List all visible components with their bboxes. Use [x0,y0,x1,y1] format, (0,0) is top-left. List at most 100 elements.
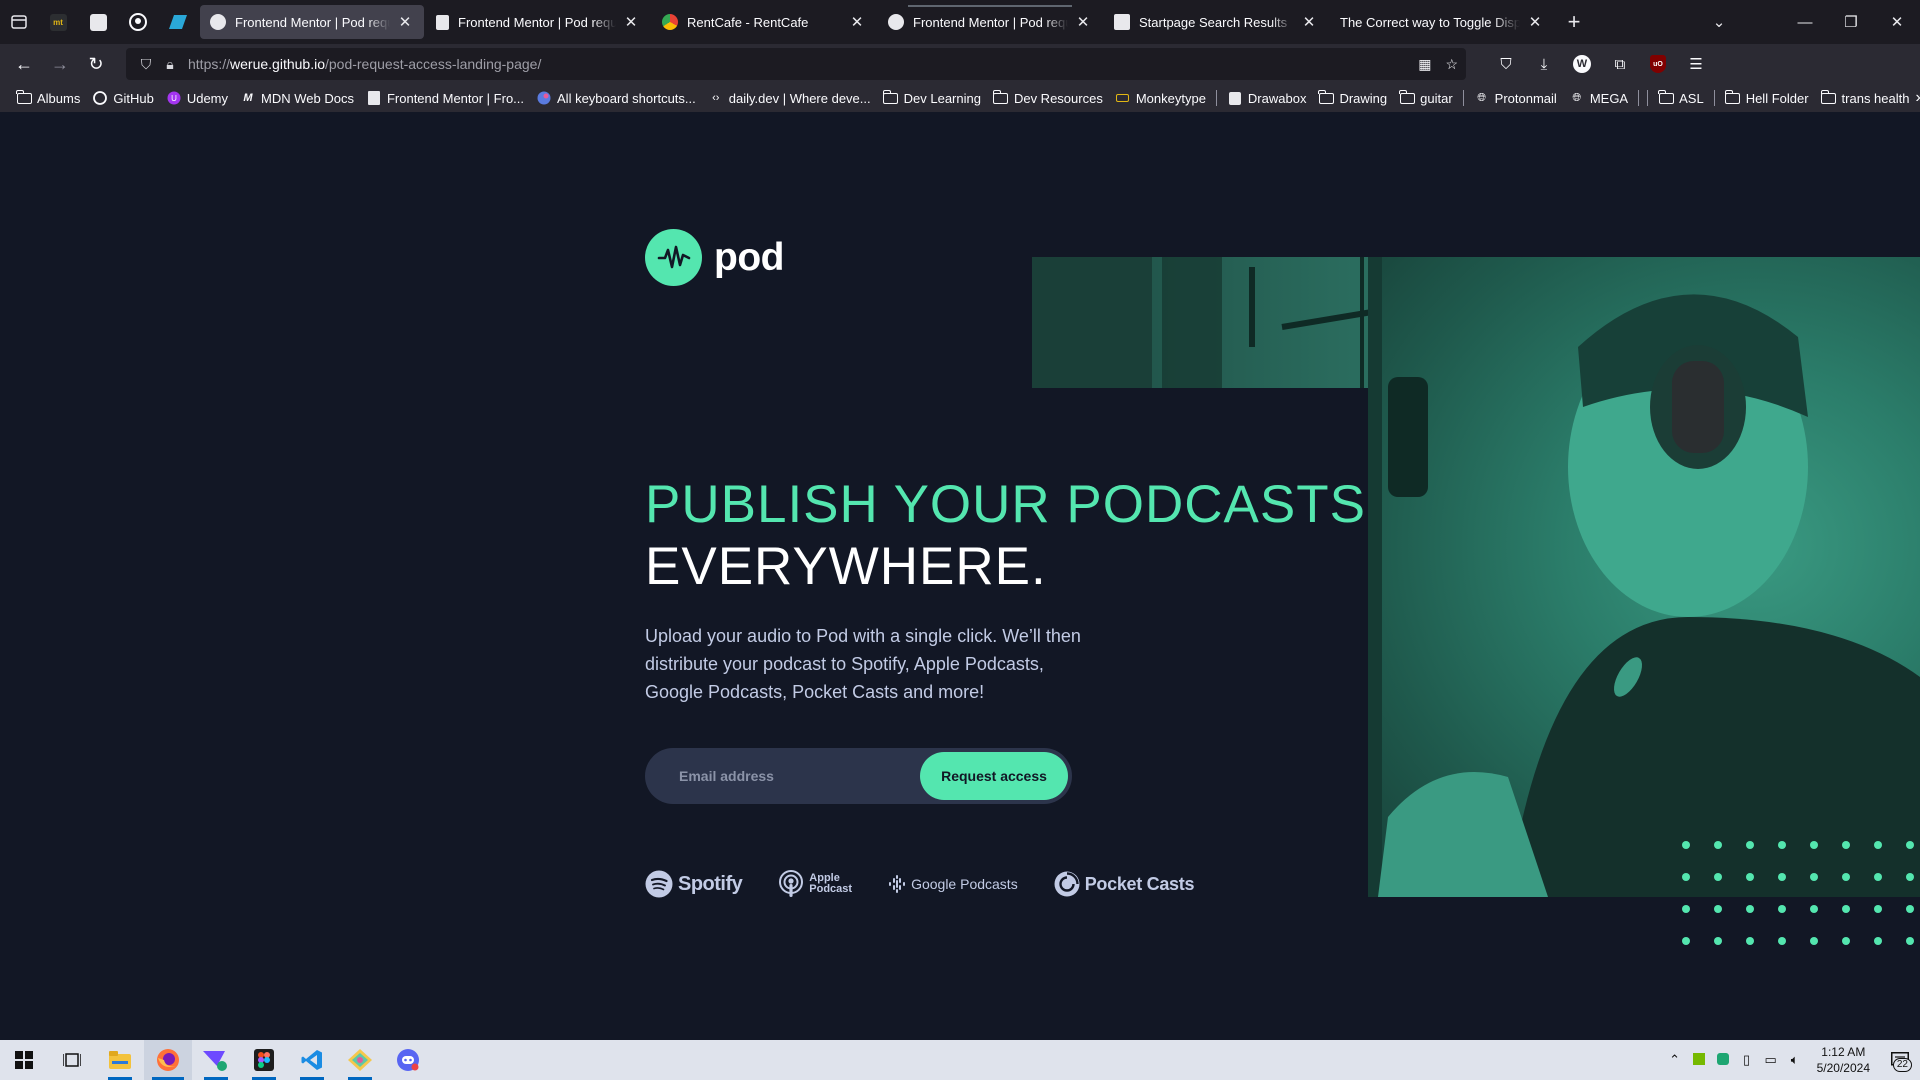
reload-button[interactable]: ↻ [78,48,114,80]
pinned-tab-github[interactable] [118,0,158,44]
restore-button[interactable]: ❐ [1828,13,1874,31]
decorative-dot [1714,873,1722,881]
close-tab-icon[interactable]: ✕ [1300,13,1318,31]
pinned-tab-frontend[interactable] [78,0,118,44]
pocket-button[interactable]: ⛉ [1490,48,1522,80]
tab-6[interactable]: The Correct way to Toggle Display with J… [1330,5,1554,39]
downloads-button[interactable]: ⤓ [1528,48,1560,80]
bookmark-dev-resources[interactable]: Dev Resources [987,86,1109,110]
tab-5[interactable]: Startpage Search Results ✕ [1104,5,1328,39]
decorative-dot [1874,841,1882,849]
bookmark-label: MEGA [1589,90,1629,106]
tab-2[interactable]: Frontend Mentor | Pod request access lan… [426,5,650,39]
request-access-button[interactable]: Request access [920,752,1068,800]
tab-label: RentCafe - RentCafe [687,14,809,30]
usb-icon[interactable]: ▯ [1735,1052,1759,1068]
more-bookmarks-chevron-icon[interactable]: » [1915,89,1920,107]
wikipedia-extension-button[interactable]: W [1566,48,1598,80]
lock-icon[interactable]: 🔒︎ [158,56,182,73]
close-tab-icon[interactable]: ✕ [1074,13,1092,31]
bookmark-mdn[interactable]: M MDN Web Docs [234,86,360,110]
file-explorer-button[interactable] [96,1040,144,1080]
w-icon: W [1573,55,1591,73]
ublock-button[interactable]: uO [1642,48,1674,80]
notification-center-button[interactable]: 22 [1880,1040,1920,1080]
decorative-dot [1842,841,1850,849]
tab-list-button[interactable] [0,0,38,44]
google-icon [662,14,678,30]
forward-button[interactable]: → [42,48,78,80]
back-button[interactable]: ← [6,48,42,80]
bookmark-trans-health[interactable]: trans health [1815,86,1916,110]
close-tab-icon[interactable]: ✕ [396,13,414,31]
menu-button[interactable]: ☰ [1680,48,1712,80]
nvidia-icon[interactable] [1687,1052,1711,1068]
tab-1[interactable]: Frontend Mentor | Pod request access lan… [200,5,424,39]
pocket-icon: ⛉ [1500,55,1512,73]
tab-label: Startpage Search Results [1139,14,1288,30]
clock[interactable]: 1:12 AM 5/20/2024 [1807,1044,1880,1076]
bookmark-dailydev[interactable]: ‹› daily.dev | Where deve... [702,86,877,110]
bookmark-protonmail[interactable]: 🌐︎ Protonmail [1468,86,1563,110]
bookmark-drawabox[interactable]: Drawabox [1221,86,1313,110]
vscode-button[interactable] [288,1040,336,1080]
pinned-tab-app[interactable] [158,0,198,44]
start-button[interactable] [0,1040,48,1080]
bookmark-dev-learning[interactable]: Dev Learning [877,86,987,110]
url-bar[interactable]: ⛉ 🔒︎ https://werue.github.io/pod-request… [126,48,1466,80]
bookmark-frontend-mentor[interactable]: Frontend Mentor | Fro... [360,86,530,110]
page-headline: PUBLISH YOUR PODCASTS EVERYWHERE. [645,474,1366,598]
close-window-button[interactable]: ✕ [1874,13,1920,31]
platform-logos: Spotify Apple Podcast Google Podcasts Poc… [645,866,1230,902]
bookmark-albums[interactable]: Albums [10,86,86,110]
protonvpn-button[interactable] [192,1040,240,1080]
bookmark-guitar[interactable]: guitar [1393,86,1459,110]
network-icon[interactable]: ▭ [1759,1052,1783,1068]
shield-icon[interactable]: ⛉ [134,56,158,73]
bookmark-keyboard-shortcuts[interactable]: All keyboard shortcuts... [530,86,702,110]
close-tab-icon[interactable]: ✕ [622,13,640,31]
tab-4[interactable]: Frontend Mentor | Pod request access lan… [878,5,1102,39]
tab-3[interactable]: RentCafe - RentCafe ✕ [652,5,876,39]
bookmark-mega[interactable]: 🌐︎ MEGA [1563,86,1634,110]
bookmark-udemy[interactable]: U Udemy [160,86,234,110]
folder-icon [1724,89,1741,105]
show-hidden-icons-chevron-icon[interactable]: ⌃ [1663,1052,1687,1068]
figma-button[interactable] [240,1040,288,1080]
bookmark-hell-folder[interactable]: Hell Folder [1719,86,1815,110]
list-all-tabs-chevron-icon[interactable]: ⌄ [1696,13,1742,31]
bookmark-monkeytype[interactable]: Monkeytype [1109,86,1212,110]
pinned-tab-monkeytype[interactable]: mt [38,0,78,44]
email-input[interactable] [645,748,915,804]
hamburger-icon: ☰ [1689,56,1703,73]
minimize-button[interactable]: — [1782,14,1828,31]
tab-label: The Correct way to Toggle Display with J… [1340,14,1520,30]
globe-icon: 🌐︎ [1477,91,1487,104]
volume-icon[interactable]: 🔈︎ [1783,1052,1807,1068]
extensions-button[interactable]: ⧉ [1604,48,1636,80]
bookmark-drawing[interactable]: Drawing [1312,86,1393,110]
globe-icon [888,14,904,30]
close-tab-icon[interactable]: ✕ [848,13,866,31]
gitkraken-button[interactable] [336,1040,384,1080]
bookmark-star-icon[interactable]: ☆ [1445,56,1458,73]
bookmark-asl[interactable]: ASL [1652,86,1710,110]
shield-tray-icon[interactable] [1711,1052,1735,1068]
globe-icon: 🌐︎ [1572,91,1582,104]
close-tab-icon[interactable]: ✕ [1526,13,1544,31]
new-tab-button[interactable]: + [1554,9,1594,35]
decorative-dot [1778,841,1786,849]
bookmark-label: ASL [1679,90,1704,106]
search-icon [1114,14,1130,30]
task-view-button[interactable] [48,1040,96,1080]
puzzle-icon: ⧉ [1614,55,1626,73]
bookmark-github[interactable]: GitHub [86,86,159,110]
decorative-dot [1682,873,1690,881]
grid-icon[interactable]: ▦ [1418,56,1431,73]
firefox-button[interactable] [144,1040,192,1080]
system-tray: ⌃ ▯ ▭ 🔈︎ 1:12 AM 5/20/2024 22 [1663,1040,1920,1080]
folder-icon [1399,89,1415,105]
discord-button[interactable] [384,1040,432,1080]
frontend-mentor-icon [366,91,382,105]
globe-icon [210,14,226,30]
